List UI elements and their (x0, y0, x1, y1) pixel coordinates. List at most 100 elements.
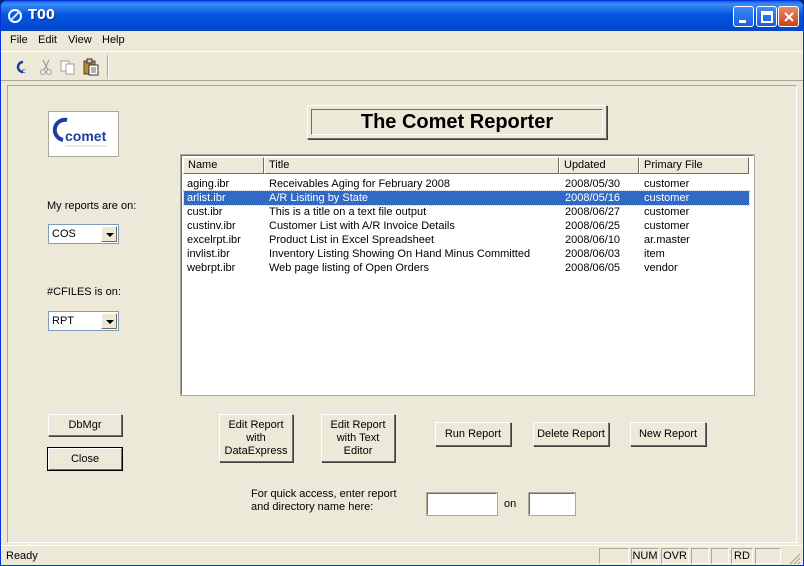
menu-file[interactable]: File (10, 34, 28, 46)
cell-name: invlist.ibr (187, 248, 230, 260)
cfiles-label: #CFILES is on: (47, 286, 121, 298)
cell-name: aging.ibr (187, 178, 230, 190)
chevron-down-icon[interactable] (101, 226, 117, 242)
cell-title: A/R Lisiting by State (269, 192, 369, 204)
cfiles-value: RPT (52, 315, 74, 327)
cell-name: cust.ibr (187, 206, 223, 218)
comet-app-icon (8, 9, 22, 23)
cell-name: excelrpt.ibr (187, 234, 241, 246)
chevron-down-icon[interactable] (101, 313, 117, 329)
svg-text:c: c (22, 67, 26, 75)
cfiles-select[interactable]: RPT (48, 311, 119, 331)
cell-updated: 2008/05/30 (565, 178, 621, 190)
cell-primary-file: customer (644, 206, 690, 218)
cell-primary-file: customer (644, 220, 690, 232)
edit-with-text-editor-button[interactable]: Edit Report with Text Editor (321, 414, 395, 462)
cell-title: Customer List with A/R Invoice Details (269, 220, 455, 232)
status-pane-ovr: OVR (661, 548, 689, 564)
cell-updated: 2008/06/05 (565, 262, 621, 274)
status-text: Ready (6, 550, 38, 562)
cell-title: Web page listing of Open Orders (269, 262, 429, 274)
cell-name: custinv.ibr (187, 220, 236, 232)
delete-report-button[interactable]: Delete Report (533, 422, 609, 446)
table-row[interactable]: cust.ibr This is a title on a text file o… (184, 205, 749, 219)
app-window: T00 File Edit View Help c comet My repor… (0, 0, 804, 566)
toolbar: c (1, 51, 803, 81)
table-row[interactable]: invlist.ibr Inventory Listing Showing On … (184, 247, 749, 261)
on-label: on (504, 498, 517, 510)
reports-location-value: COS (52, 228, 76, 240)
toolbar-separator (107, 55, 109, 79)
cell-updated: 2008/06/10 (565, 234, 621, 246)
cell-title: Receivables Aging for February 2008 (269, 178, 450, 190)
status-pane-4 (691, 548, 709, 564)
table-row[interactable]: arlist.ibr A/R Lisiting by State 2008/05/1… (183, 190, 750, 206)
cell-updated: 2008/06/03 (565, 248, 621, 260)
reports-location-select[interactable]: COS (48, 224, 119, 244)
cell-primary-file: vendor (644, 262, 678, 274)
cell-primary-file: customer (644, 192, 690, 204)
table-row[interactable]: aging.ibr Receivables Aging for February … (184, 177, 749, 191)
maximize-icon (761, 11, 773, 23)
table-row[interactable]: custinv.ibr Customer List with A/R Invoic… (184, 219, 749, 233)
dbmgr-button[interactable]: DbMgr (48, 414, 122, 436)
edit-with-dataexpress-button[interactable]: Edit Report with DataExpress (219, 414, 293, 462)
cell-primary-file: ar.master (644, 234, 690, 246)
cell-primary-file: customer (644, 178, 690, 190)
menu-help[interactable]: Help (102, 34, 125, 46)
paste-icon[interactable] (82, 58, 100, 76)
status-pane-1 (599, 548, 629, 564)
cell-primary-file: item (644, 248, 665, 260)
list-header: Name Title Updated Primary File (183, 157, 753, 174)
new-report-button[interactable]: New Report (630, 422, 706, 446)
reports-location-label: My reports are on: (47, 200, 137, 212)
window-title: T00 (28, 8, 55, 23)
page-title: The Comet Reporter (360, 110, 554, 133)
edit-dataexpress-label: Edit Report with DataExpress (224, 418, 288, 457)
cell-title: This is a title on a text file output (269, 206, 427, 218)
column-header-name[interactable]: Name (183, 157, 264, 174)
cell-updated: 2008/05/16 (565, 192, 621, 204)
cell-title: Product List in Excel Spreadsheet (269, 234, 435, 246)
table-row[interactable]: webrpt.ibr Web page listing of Open Order… (184, 261, 749, 275)
resize-grip-icon[interactable] (787, 551, 801, 565)
column-header-updated[interactable]: Updated (559, 157, 639, 174)
minimize-icon (739, 20, 746, 23)
quick-access-label-line2: and directory name here: (251, 501, 374, 513)
cell-name: arlist.ibr (187, 192, 226, 204)
reports-list[interactable]: Name Title Updated Primary File aging.ib… (181, 155, 754, 395)
column-header-title[interactable]: Title (264, 157, 559, 174)
column-header-primary-file[interactable]: Primary File (639, 157, 749, 174)
status-pane-rd: RD (731, 548, 753, 564)
quick-access-label-line1: For quick access, enter report (251, 488, 397, 500)
minimize-button[interactable] (733, 6, 754, 27)
cell-title: Inventory Listing Showing On Hand Minus … (269, 248, 531, 260)
page-title-banner: The Comet Reporter (307, 105, 607, 139)
status-pane-5 (711, 548, 729, 564)
close-button[interactable]: Close (47, 447, 123, 471)
status-pane-7 (755, 548, 781, 564)
quick-directory-input[interactable] (529, 493, 575, 515)
title-bar[interactable]: T00 (1, 1, 803, 31)
maximize-button[interactable] (756, 6, 777, 27)
close-icon (784, 12, 794, 22)
run-report-button[interactable]: Run Report (435, 422, 511, 446)
cut-icon[interactable] (37, 58, 55, 76)
menu-view[interactable]: View (68, 34, 92, 46)
cell-name: webrpt.ibr (187, 262, 236, 274)
cell-updated: 2008/06/27 (565, 206, 621, 218)
comet-logo-icon: comet (52, 117, 107, 147)
edit-text-label: Edit Report with Text Editor (330, 418, 386, 457)
logo-text: comet (65, 128, 107, 144)
close-window-button[interactable] (778, 6, 799, 27)
menu-edit[interactable]: Edit (38, 34, 57, 46)
status-bar: Ready NUM OVR RD (1, 545, 803, 565)
table-row[interactable]: excelrpt.ibr Product List in Excel Spread… (184, 233, 749, 247)
menu-bar: File Edit View Help (1, 31, 803, 50)
status-pane-num: NUM (631, 548, 659, 564)
quick-report-input[interactable] (427, 493, 497, 515)
copy-icon[interactable] (59, 58, 77, 76)
comet-icon[interactable]: c (13, 58, 31, 76)
comet-logo: comet (48, 111, 119, 157)
cell-updated: 2008/06/25 (565, 220, 621, 232)
